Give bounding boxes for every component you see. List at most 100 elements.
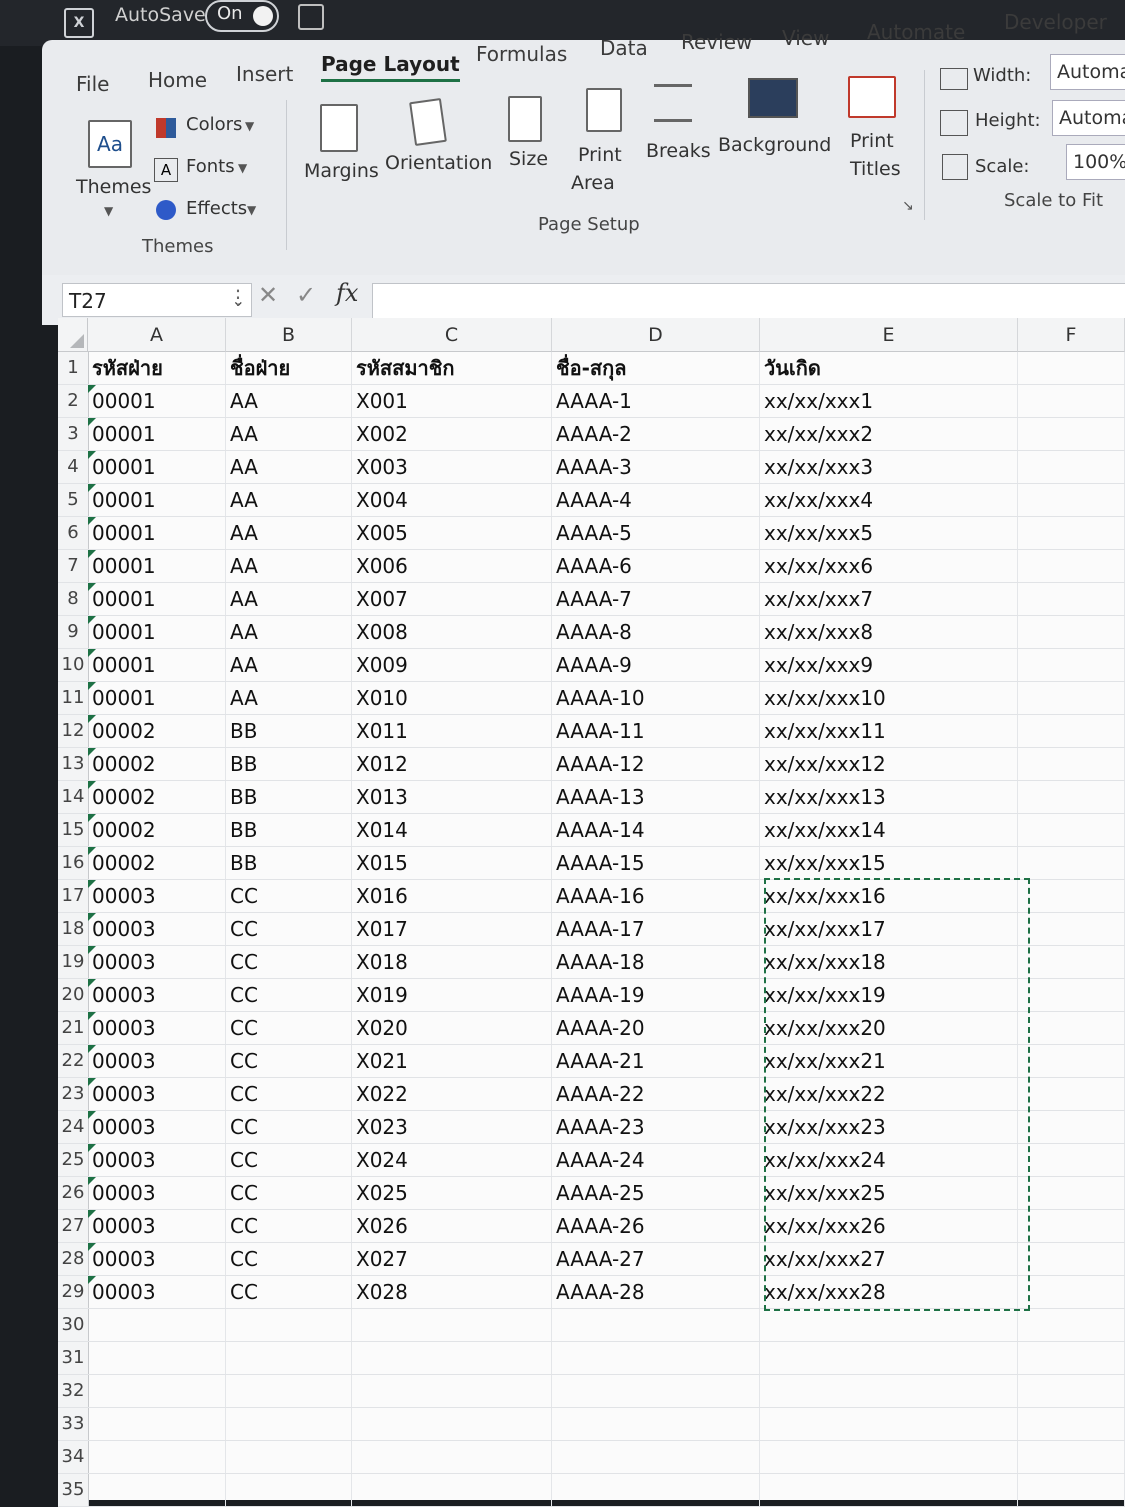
cell-a[interactable]: 00002 (88, 814, 226, 846)
cell-b[interactable]: CC (226, 880, 352, 912)
cell-b[interactable]: AA (226, 682, 352, 714)
cell-c[interactable]: X027 (352, 1243, 552, 1275)
themes-icon[interactable]: Aa (88, 120, 132, 168)
cell-f[interactable] (1018, 682, 1125, 714)
row-number[interactable]: 17 (58, 880, 89, 912)
cell-c[interactable]: X001 (352, 385, 552, 417)
save-icon[interactable] (298, 4, 324, 30)
cell-f[interactable] (1018, 946, 1125, 978)
cell-a[interactable]: 00001 (88, 616, 226, 648)
cell-d[interactable]: AAAA-22 (552, 1078, 760, 1110)
cell-f[interactable] (1018, 1309, 1125, 1341)
cell-b[interactable]: AA (226, 649, 352, 681)
cell-a[interactable]: 00003 (88, 979, 226, 1011)
row-number[interactable]: 13 (58, 748, 89, 780)
cell-c[interactable]: X011 (352, 715, 552, 747)
cell-d[interactable] (552, 1408, 760, 1440)
cell-b[interactable]: CC (226, 1276, 352, 1308)
cell-f[interactable] (1018, 649, 1125, 681)
height-select[interactable]: Automatic (1052, 100, 1125, 136)
cell-e[interactable]: xx/xx/xxx7 (760, 583, 1018, 615)
row-number[interactable]: 31 (58, 1342, 89, 1374)
cell-d[interactable]: AAAA-14 (552, 814, 760, 846)
cell-d[interactable]: AAAA-28 (552, 1276, 760, 1308)
cell-b[interactable]: CC (226, 1177, 352, 1209)
cell-e[interactable]: xx/xx/xxx5 (760, 517, 1018, 549)
select-all-corner[interactable] (58, 318, 88, 352)
cell-c[interactable]: X016 (352, 880, 552, 912)
cell-c[interactable]: X018 (352, 946, 552, 978)
row-number[interactable]: 26 (58, 1177, 89, 1209)
cell-d[interactable] (552, 1474, 760, 1506)
tab-view[interactable]: View (782, 26, 829, 50)
cell-a[interactable] (88, 1408, 226, 1440)
cell-a[interactable] (88, 1342, 226, 1374)
cell-a[interactable]: 00001 (88, 550, 226, 582)
cell-d[interactable] (552, 1441, 760, 1473)
print-titles-line1[interactable]: Print (850, 130, 894, 152)
cell-a[interactable]: 00003 (88, 880, 226, 912)
cell-b[interactable]: BB (226, 781, 352, 813)
cell-c[interactable]: X026 (352, 1210, 552, 1242)
cell-f[interactable] (1018, 1375, 1125, 1407)
cell-f[interactable] (1018, 1441, 1125, 1473)
cell-f[interactable] (1018, 1078, 1125, 1110)
size-button[interactable]: Size (509, 148, 548, 170)
tab-home[interactable]: Home (148, 68, 207, 92)
cell-c[interactable]: X025 (352, 1177, 552, 1209)
cell-e[interactable]: xx/xx/xxx3 (760, 451, 1018, 483)
cell-f[interactable] (1018, 1474, 1125, 1506)
cell-e[interactable]: xx/xx/xxx11 (760, 715, 1018, 747)
row-number[interactable]: 35 (58, 1474, 89, 1506)
cell-d[interactable]: AAAA-20 (552, 1012, 760, 1044)
cell-c[interactable] (352, 1474, 552, 1506)
cell-c[interactable]: X010 (352, 682, 552, 714)
tab-insert[interactable]: Insert (236, 62, 293, 86)
cell-e[interactable]: xx/xx/xxx4 (760, 484, 1018, 516)
tab-automate[interactable]: Automate (867, 20, 965, 44)
cell-a[interactable]: 00003 (88, 1111, 226, 1143)
row-number[interactable]: 1 (58, 352, 89, 384)
column-header-f[interactable]: F (1018, 318, 1125, 352)
print-area-line1[interactable]: Print (578, 144, 622, 166)
print-titles-line2[interactable]: Titles (850, 158, 901, 180)
column-header-b[interactable]: B (226, 318, 352, 352)
cell-f[interactable] (1018, 913, 1125, 945)
cell-d[interactable]: AAAA-15 (552, 847, 760, 879)
cell-b[interactable]: CC (226, 1045, 352, 1077)
cell-b[interactable]: CC (226, 913, 352, 945)
cell-d[interactable]: AAAA-27 (552, 1243, 760, 1275)
cell-b[interactable]: AA (226, 583, 352, 615)
cell-f[interactable] (1018, 880, 1125, 912)
cell-e[interactable]: xx/xx/xxx2 (760, 418, 1018, 450)
cell-b[interactable]: CC (226, 1111, 352, 1143)
row-number[interactable]: 9 (58, 616, 89, 648)
cell-a[interactable]: 00001 (88, 649, 226, 681)
cell-f[interactable] (1018, 748, 1125, 780)
cell-d[interactable]: AAAA-2 (552, 418, 760, 450)
cell-b[interactable] (226, 1441, 352, 1473)
row-number[interactable]: 10 (58, 649, 89, 681)
cell-b[interactable]: BB (226, 715, 352, 747)
row-number[interactable]: 14 (58, 781, 89, 813)
cell-b[interactable] (226, 1474, 352, 1506)
row-number[interactable]: 29 (58, 1276, 89, 1308)
cell-d[interactable]: AAAA-17 (552, 913, 760, 945)
cell-d[interactable]: AAAA-21 (552, 1045, 760, 1077)
cell-c[interactable]: X019 (352, 979, 552, 1011)
print-area-line2[interactable]: Area (571, 172, 615, 194)
cell-d[interactable]: AAAA-13 (552, 781, 760, 813)
row-number[interactable]: 4 (58, 451, 89, 483)
cell-a[interactable]: 00001 (88, 682, 226, 714)
cell-a[interactable] (88, 1441, 226, 1473)
tab-data[interactable]: Data (600, 36, 648, 60)
cell-f[interactable] (1018, 385, 1125, 417)
cell-f[interactable] (1018, 1408, 1125, 1440)
row-number[interactable]: 5 (58, 484, 89, 516)
tab-review[interactable]: Review (681, 30, 752, 54)
cell-d[interactable] (552, 1309, 760, 1341)
cell-a[interactable]: 00002 (88, 847, 226, 879)
themes-button[interactable]: Themes (76, 176, 151, 198)
row-number[interactable]: 30 (58, 1309, 89, 1341)
row-number[interactable]: 7 (58, 550, 89, 582)
